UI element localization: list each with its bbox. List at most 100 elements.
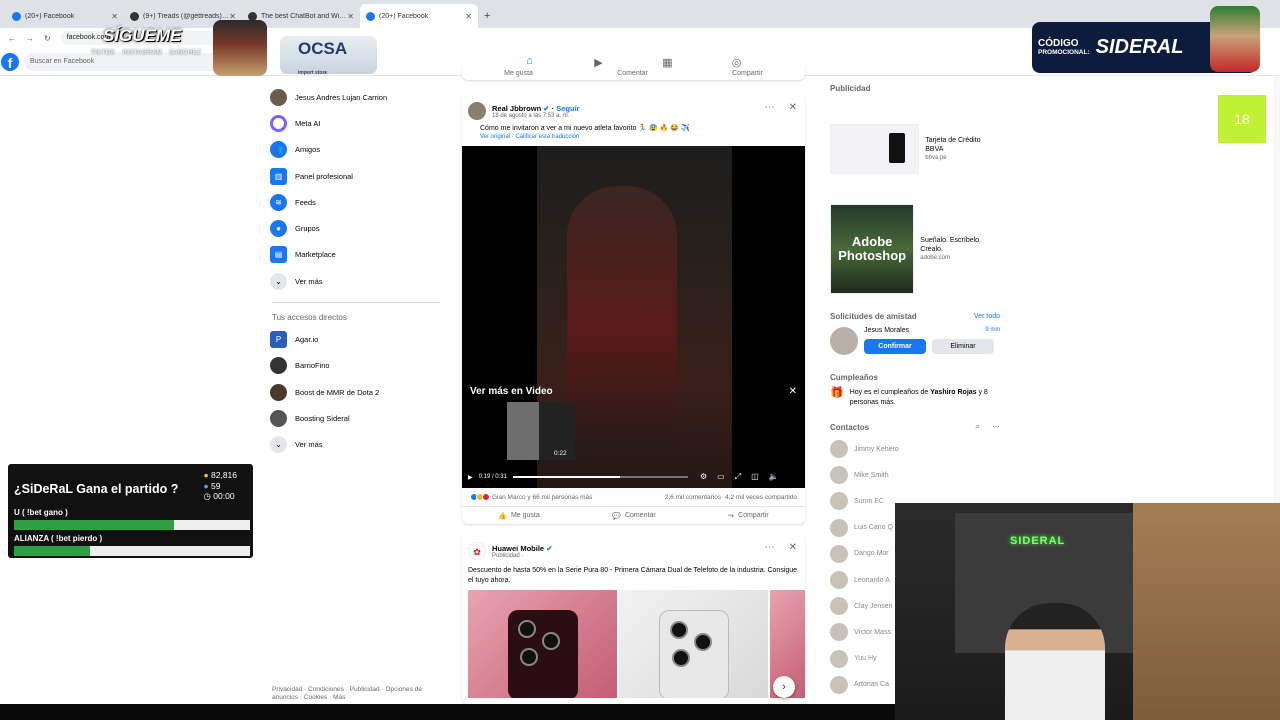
sidebar-item-label: Panel profesional xyxy=(295,171,353,181)
avatar xyxy=(830,544,848,563)
friend-request-body: Jesus Morales 9 min Confirmar Eliminar xyxy=(864,327,1000,355)
volume-icon[interactable]: 🔈 xyxy=(769,472,779,482)
shortcut-label: Boost de MMR de Dota 2 xyxy=(295,387,380,397)
share-button[interactable]: Compartir xyxy=(732,68,763,80)
poll-option-label: ALIANZA ( !bet pierdo ) xyxy=(14,534,103,543)
avatar xyxy=(830,518,848,537)
more-options-icon[interactable]: ⋯ xyxy=(765,102,775,113)
facebook-logo[interactable]: f xyxy=(1,53,19,71)
close-icon[interactable]: ✕ xyxy=(789,386,797,397)
tab-facebook-active[interactable]: (20+) Facebook ✕ xyxy=(360,4,478,28)
share-button[interactable]: ↪ Compartir xyxy=(728,512,769,520)
carousel-next-button[interactable]: › xyxy=(773,676,795,698)
post-author[interactable]: Huawei Mobile xyxy=(492,544,544,553)
reactions-count[interactable]: Gian Marco y 66 mil personas más xyxy=(492,494,592,501)
pip-icon[interactable]: ◫ xyxy=(751,472,759,482)
search-icon[interactable]: ⌕ xyxy=(976,422,980,432)
confirm-button[interactable]: Confirmar xyxy=(864,339,926,354)
shortcut-see-more[interactable]: ⌄ Ver más xyxy=(270,432,440,458)
post-controls: ⋯ ✕ xyxy=(765,102,797,113)
shortcut-boost-mmr[interactable]: Boost de MMR de Dota 2 xyxy=(270,379,440,405)
sidebar-item-groups[interactable]: ● Grupos xyxy=(270,215,440,241)
captions-icon[interactable]: ▭ xyxy=(717,472,725,482)
contact-item[interactable]: Mike Smith xyxy=(830,462,1000,488)
shortcut-boosting-sideral[interactable]: Boosting Sideral xyxy=(270,405,440,431)
video-progress-bar[interactable] xyxy=(512,476,688,478)
video-subject xyxy=(567,186,677,446)
ad-adobe[interactable]: Adobe Photoshop Sueñalo. Escríbelo. Créa… xyxy=(830,204,1000,294)
sidebar-item-label: Grupos xyxy=(295,224,320,234)
poll-option-label: U ( !bet gano ) xyxy=(14,508,68,517)
poll-stats: ● 82,816 ● 59 ◷ 00:00 xyxy=(203,470,237,502)
forward-icon[interactable]: → xyxy=(26,34,34,43)
barriofino-icon xyxy=(270,357,287,375)
see-all-link[interactable]: Ver todo xyxy=(974,313,1000,320)
more-options-icon[interactable]: ⋯ xyxy=(765,542,775,553)
close-icon[interactable]: ✕ xyxy=(465,12,472,21)
ad-domain: bbva.pe xyxy=(925,154,947,161)
follow-button[interactable]: Seguir xyxy=(556,104,579,113)
close-icon[interactable]: ✕ xyxy=(789,102,797,113)
bbva-ad-image xyxy=(830,124,920,174)
follow-me-title: SÍGUEME xyxy=(103,26,182,45)
more-options-icon[interactable]: ⋯ xyxy=(992,422,1000,432)
left-sidebar: Jesus Andres Lujan Carrion Meta AI 👥 Amig… xyxy=(270,84,440,458)
fullscreen-icon[interactable]: ⤢ xyxy=(735,472,741,482)
post-meta[interactable]: Publicidad · xyxy=(492,553,552,559)
shares-count[interactable]: 4,2 mil veces compartido xyxy=(725,494,797,501)
shortcut-barriofino[interactable]: BarrioFino xyxy=(270,353,440,379)
like-button[interactable]: Me gusta xyxy=(504,68,533,80)
shortcut-label: Ver más xyxy=(295,440,323,450)
clock-icon: ◷ xyxy=(203,491,211,501)
sidebar-item-label: Marketplace xyxy=(295,250,336,260)
poll-options: U ( !bet gano ) ALIANZA ( !bet pierdo ) xyxy=(12,508,250,556)
delete-button[interactable]: Eliminar xyxy=(932,339,994,354)
contact-name: Leonardo A xyxy=(854,576,890,584)
sidebar-item-friends[interactable]: 👥 Amigos xyxy=(270,137,440,163)
sidebar-item-marketplace[interactable]: ▤ Marketplace xyxy=(270,242,440,268)
comment-button[interactable]: Comentar xyxy=(617,68,648,80)
ad-bbva[interactable]: Tarjeta de Crédito BBVA bbva.pe xyxy=(830,124,1000,174)
avatar xyxy=(830,675,848,694)
birthday-person[interactable]: Yashiro Rojas xyxy=(930,389,976,396)
settings-icon[interactable]: ⚙ xyxy=(700,472,707,482)
shortcut-label: Agar.io xyxy=(295,335,319,345)
footer-links[interactable]: Privacidad · Condiciones · Publicidad · … xyxy=(272,686,442,702)
translation-link[interactable]: Ver original · Calificar esta traducción xyxy=(462,134,805,140)
play-icon[interactable]: ▶ xyxy=(468,474,473,481)
requester-name[interactable]: Jesus Morales xyxy=(864,327,909,334)
reload-icon[interactable]: ↻ xyxy=(44,34,51,43)
post-header: ✿ Huawei Mobile ✔ Publicidad · ⋯ ✕ xyxy=(462,534,805,562)
friend-requests-heading: Solicitudes de amistad Ver todo xyxy=(830,312,1000,321)
huawei-logo-icon[interactable]: ✿ xyxy=(468,542,486,560)
contact-item[interactable]: Jimmy Kehero xyxy=(830,436,1000,462)
promo-label-line1: CÓDIGO xyxy=(1038,37,1079,49)
shortcut-agario[interactable]: P Agar.io xyxy=(270,326,440,352)
post-video: Real Jbbrown ✔ · Seguir 18 de agosto a l… xyxy=(462,94,805,524)
birthday-notice[interactable]: 🎁 Hoy es el cumpleaños de Yashiro Rojas … xyxy=(830,388,1000,408)
camera-lens xyxy=(694,633,712,651)
sidebar-item-professional-dashboard[interactable]: ▥ Panel profesional xyxy=(270,163,440,189)
previous-post-actions: Me gusta Comentar Compartir xyxy=(462,68,805,80)
sidebar-item-profile[interactable]: Jesus Andres Lujan Carrion xyxy=(270,84,440,110)
back-icon[interactable]: ← xyxy=(8,34,16,43)
phone-image xyxy=(889,133,905,163)
product-card-pink[interactable] xyxy=(468,590,617,698)
new-tab-button[interactable]: + xyxy=(484,10,490,22)
product-card-white[interactable] xyxy=(619,590,768,698)
sidebar-item-see-more[interactable]: ⌄ Ver más xyxy=(270,268,440,294)
video-player[interactable]: Ver más en Video ✕ 0:22 ▶ 0:19 / 0:31 ⚙ … xyxy=(462,146,805,488)
comment-button[interactable]: 💬 Comentar xyxy=(612,512,655,520)
ad-title: Tarjeta de Crédito BBVA xyxy=(925,136,981,153)
like-button[interactable]: 👍 Me gusta xyxy=(498,512,540,520)
avatar[interactable] xyxy=(830,327,858,355)
close-icon[interactable]: ✕ xyxy=(789,542,797,553)
sidebar-item-meta-ai[interactable]: Meta AI xyxy=(270,110,440,136)
comments-count[interactable]: 2,6 mil comentarios xyxy=(665,494,721,501)
contact-name: Dango Mor xyxy=(854,550,889,558)
share-icon: ↪ xyxy=(728,512,735,520)
post-meta[interactable]: 18 de agosto a las 7:53 a. m. · xyxy=(492,113,580,119)
post-author[interactable]: Real Jbbrown xyxy=(492,104,541,113)
sidebar-item-feeds[interactable]: ≋ Feeds xyxy=(270,189,440,215)
avatar[interactable] xyxy=(468,102,486,120)
